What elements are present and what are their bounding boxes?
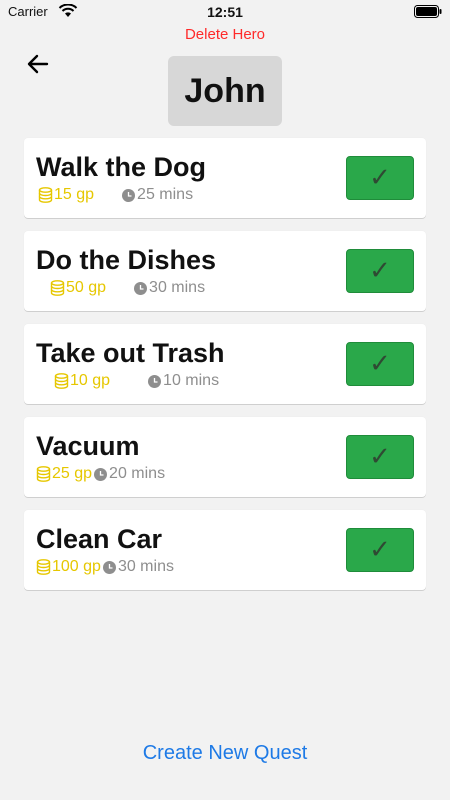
quest-reward: 10 gp: [54, 372, 110, 390]
quest-reward: 100 gp: [36, 558, 101, 576]
coin-stack-icon: [54, 373, 69, 389]
quest-title: Clean Car: [36, 524, 163, 554]
quest-duration-text: 30 mins: [117, 558, 174, 575]
checkmark-icon: ✓: [369, 535, 391, 565]
quest-title: Do the Dishes: [36, 245, 217, 275]
quest-reward-text: 10 gp: [70, 372, 111, 389]
quest-card[interactable]: Walk the Dog 15 gp 25 mins ✓: [24, 138, 426, 218]
back-arrow-icon[interactable]: [22, 48, 54, 80]
complete-quest-button[interactable]: ✓: [346, 156, 414, 200]
clock-icon: [94, 467, 108, 481]
clock-icon: [148, 374, 162, 388]
complete-quest-button[interactable]: ✓: [346, 435, 414, 479]
quest-reward: 50 gp: [50, 279, 106, 297]
checkmark-icon: ✓: [369, 256, 391, 286]
quest-list: Walk the Dog 15 gp 25 mins ✓ Do the Dish…: [24, 138, 426, 603]
create-new-quest-button[interactable]: Create New Quest: [0, 742, 450, 765]
coin-stack-icon: [36, 466, 51, 482]
coin-stack-icon: [50, 280, 65, 296]
quest-duration-text: 10 mins: [163, 372, 220, 389]
quest-duration-text: 20 mins: [109, 465, 166, 482]
clock-time: 12:51: [207, 4, 243, 20]
checkmark-icon: ✓: [369, 442, 391, 472]
quest-card[interactable]: Vacuum 25 gp 20 mins ✓: [24, 417, 426, 497]
quest-meta: 15 gp 25 mins: [38, 186, 193, 204]
quest-reward-text: 50 gp: [66, 279, 107, 296]
quest-duration: 20 mins: [94, 465, 165, 483]
quest-duration-text: 30 mins: [149, 279, 206, 296]
quest-reward-text: 25 gp: [52, 465, 93, 482]
quest-duration: 30 mins: [134, 279, 205, 297]
coin-stack-icon: [38, 187, 53, 203]
quest-card[interactable]: Do the Dishes 50 gp 30 mins ✓: [24, 231, 426, 311]
quest-card[interactable]: Clean Car 100 gp 30 mins ✓: [24, 510, 426, 590]
quest-reward: 15 gp: [38, 186, 94, 204]
complete-quest-button[interactable]: ✓: [346, 528, 414, 572]
quest-title: Take out Trash: [36, 338, 225, 368]
quest-duration: 30 mins: [102, 558, 174, 576]
quest-meta: 10 gp 10 mins: [54, 372, 219, 390]
quest-reward-text: 100 gp: [52, 558, 101, 575]
clock-icon: [122, 188, 136, 202]
clock-icon: [134, 281, 148, 295]
quest-duration: 10 mins: [148, 372, 219, 390]
battery-icon: [414, 5, 442, 18]
complete-quest-button[interactable]: ✓: [346, 249, 414, 293]
delete-hero-button[interactable]: Delete Hero: [0, 26, 450, 43]
quest-meta: 100 gp 30 mins: [36, 558, 174, 576]
status-bar: Carrier 12:51: [0, 0, 450, 26]
quest-card[interactable]: Take out Trash 10 gp 10 mins ✓: [24, 324, 426, 404]
quest-duration: 25 mins: [122, 186, 193, 204]
quest-title: Walk the Dog: [36, 152, 207, 182]
quest-meta: 25 gp 20 mins: [36, 465, 165, 483]
quest-reward-text: 15 gp: [54, 186, 95, 203]
hero-name: John: [168, 56, 282, 126]
complete-quest-button[interactable]: ✓: [346, 342, 414, 386]
clock-icon: [102, 560, 116, 574]
quest-meta: 50 gp 30 mins: [50, 279, 205, 297]
quest-reward: 25 gp: [36, 465, 92, 483]
checkmark-icon: ✓: [369, 349, 391, 379]
coin-stack-icon: [36, 559, 51, 575]
quest-title: Vacuum: [36, 431, 140, 461]
quest-duration-text: 25 mins: [137, 186, 194, 203]
checkmark-icon: ✓: [369, 163, 391, 193]
